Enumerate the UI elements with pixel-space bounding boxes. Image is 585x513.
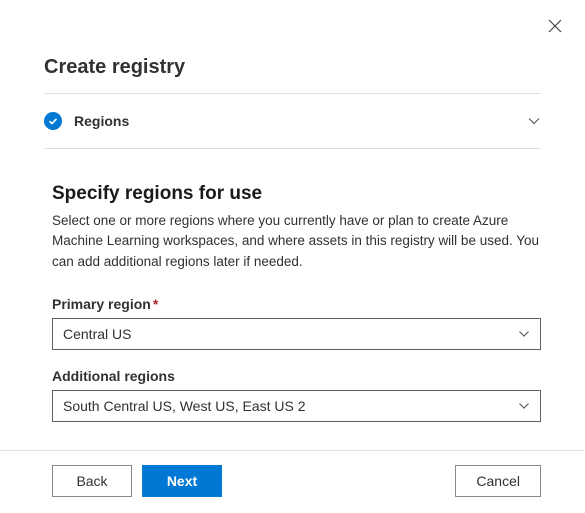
- chevron-down-icon: [527, 114, 541, 128]
- page-title: Create registry: [44, 56, 541, 94]
- close-button[interactable]: [547, 18, 563, 34]
- check-circle-icon: [44, 112, 62, 130]
- content-description: Select one or more regions where you cur…: [52, 211, 541, 272]
- chevron-down-icon: [518, 328, 530, 340]
- next-button[interactable]: Next: [142, 465, 222, 497]
- additional-regions-select[interactable]: South Central US, West US, East US 2: [52, 390, 541, 422]
- primary-region-select[interactable]: Central US: [52, 318, 541, 350]
- section-regions-header[interactable]: Regions: [44, 94, 541, 149]
- close-icon: [548, 19, 562, 33]
- content-heading: Specify regions for use: [52, 183, 541, 205]
- back-button[interactable]: Back: [52, 465, 132, 497]
- dialog-footer: Back Next Cancel: [0, 450, 585, 513]
- primary-region-value: Central US: [63, 326, 131, 342]
- primary-region-label: Primary region*: [52, 296, 541, 312]
- cancel-button[interactable]: Cancel: [455, 465, 541, 497]
- additional-regions-label: Additional regions: [52, 368, 541, 384]
- additional-regions-value: South Central US, West US, East US 2: [63, 398, 306, 414]
- chevron-down-icon: [518, 400, 530, 412]
- section-label: Regions: [74, 113, 527, 129]
- required-asterisk: *: [153, 296, 158, 312]
